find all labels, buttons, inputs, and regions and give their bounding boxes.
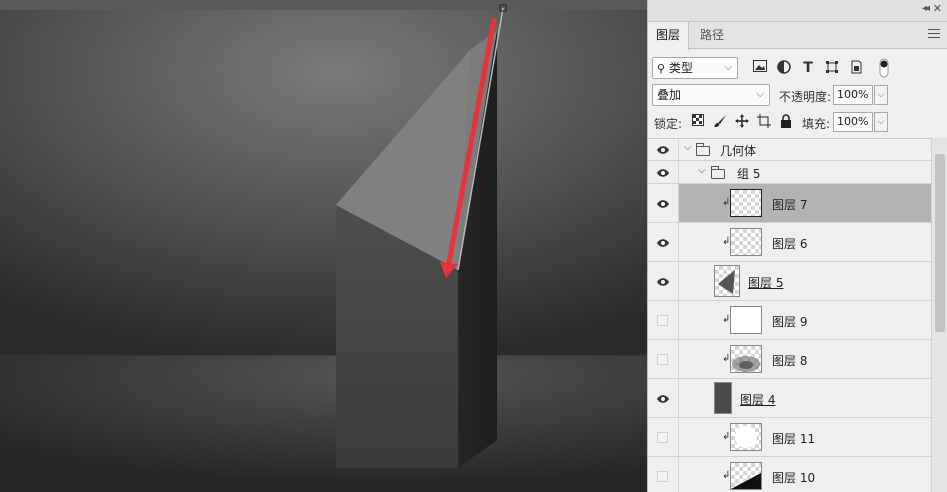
opacity-input[interactable]: 100% [833, 85, 873, 105]
layer-name: 图层 6 [772, 237, 808, 251]
blend-mode-dropdown[interactable]: 叠加 ⌵ [652, 84, 770, 106]
close-panel-icon[interactable]: ✕ [933, 2, 942, 15]
opacity-slider-toggle[interactable]: ⌵ [874, 85, 888, 105]
eye-icon[interactable] [656, 392, 670, 406]
opacity-label: 不透明度: [779, 90, 832, 104]
fill-slider-toggle[interactable]: ⌵ [874, 112, 888, 132]
layer-name: 图层 7 [772, 198, 808, 212]
canvas-top-edge [0, 0, 647, 10]
eye-icon[interactable] [656, 236, 670, 250]
search-icon: ⚲ [657, 62, 666, 75]
layer-row-layer-5[interactable]: 图层 5 [648, 262, 931, 301]
shape-filter-icon[interactable] [824, 60, 840, 76]
eye-icon[interactable] [656, 166, 670, 180]
layer-thumbnail[interactable] [730, 423, 762, 451]
tab-layers[interactable]: 图层 [648, 22, 690, 50]
panel-collapse-bar: ◂◂ ✕ [648, 0, 947, 22]
lock-transparent-pixels-icon[interactable] [690, 114, 706, 130]
visibility-toggle[interactable] [657, 354, 668, 365]
filter-kind-label: 类型 [668, 61, 693, 75]
layer-name: 组 5 [737, 167, 761, 181]
chevron-down-icon: ⌵ [756, 89, 764, 100]
visibility-toggle[interactable] [657, 315, 668, 326]
layers-scrollbar[interactable] [931, 138, 947, 492]
document-canvas[interactable] [0, 0, 647, 492]
panel-menu-icon[interactable] [928, 29, 940, 41]
layers-list: ⌵ 几何体 ⌵ 组 5 ↲ 图层 7 ↲ 图层 6 图层 5 ↲ 图层 9 ↲ … [648, 138, 931, 492]
background-floor [0, 355, 647, 492]
eye-icon[interactable] [656, 197, 670, 211]
fill-input[interactable]: 100% [833, 112, 873, 132]
smart-object-filter-icon[interactable] [848, 60, 864, 76]
layer-filter-dropdown[interactable]: ⚲ 类型 ⌵ [652, 57, 738, 79]
tab-paths[interactable]: 路径 [692, 22, 732, 49]
background-wall [0, 10, 647, 355]
layer-row-layer-10[interactable]: ↲ 图层 10 [648, 457, 931, 492]
layer-name: 几何体 [720, 144, 757, 158]
canvas-artwork [0, 0, 647, 492]
eye-icon[interactable] [656, 143, 670, 157]
layer-row-group-geometry[interactable]: ⌵ 几何体 [648, 139, 931, 161]
chevron-down-icon: ⌵ [724, 62, 732, 73]
layer-name: 图层 5 [748, 276, 784, 290]
lock-artboard-icon[interactable] [756, 114, 772, 130]
layer-thumbnail[interactable] [730, 462, 762, 490]
layer-name: 图层 10 [772, 471, 816, 485]
layer-row-group-5[interactable]: ⌵ 组 5 [648, 161, 931, 184]
visibility-toggle[interactable] [657, 471, 668, 482]
lock-image-pixels-icon[interactable] [712, 114, 728, 130]
layer-row-layer-4[interactable]: 图层 4 [648, 379, 931, 418]
layer-row-layer-11[interactable]: ↲ 图层 11 [648, 418, 931, 457]
layer-row-layer-6[interactable]: ↲ 图层 6 [648, 223, 931, 262]
layer-thumbnail[interactable] [730, 189, 762, 217]
panel-tab-bar: 图层 路径 [648, 22, 947, 50]
visibility-toggle[interactable] [657, 432, 668, 443]
chevron-down-icon[interactable]: ⌵ [684, 142, 692, 153]
layer-thumbnail[interactable] [714, 382, 732, 414]
lock-label: 锁定: [654, 117, 683, 131]
layer-thumbnail[interactable] [730, 306, 762, 334]
adjustment-filter-icon[interactable] [776, 60, 792, 76]
layer-name: 图层 9 [772, 315, 808, 329]
layer-row-layer-7[interactable]: ↲ 图层 7 [648, 184, 931, 223]
layer-name: 图层 4 [740, 393, 776, 407]
layer-row-layer-9[interactable]: ↲ 图层 9 [648, 301, 931, 340]
layer-name: 图层 11 [772, 432, 816, 446]
image-filter-icon[interactable] [752, 60, 768, 76]
filter-toggle-icon[interactable] [876, 58, 892, 78]
layers-panel: ◂◂ ✕ 图层 路径 ⚲ 类型 ⌵ T 叠加 ⌵ 不透明度: 100% ⌵ 锁定… [647, 0, 947, 492]
layer-thumbnail[interactable] [714, 265, 740, 297]
eye-icon[interactable] [656, 275, 670, 289]
lock-all-icon[interactable] [778, 114, 794, 130]
fill-label: 填充: [802, 117, 831, 131]
lock-position-icon[interactable] [734, 114, 750, 130]
scrollbar-thumb[interactable] [935, 154, 945, 332]
chevron-down-icon[interactable]: ⌵ [698, 165, 706, 176]
blend-mode-value: 叠加 [657, 88, 682, 102]
collapse-panel-icon[interactable]: ◂◂ [922, 3, 930, 14]
type-filter-icon[interactable]: T [800, 60, 816, 76]
layer-row-layer-8[interactable]: ↲ 图层 8 [648, 340, 931, 379]
layer-name: 图层 8 [772, 354, 808, 368]
folder-icon [696, 143, 710, 156]
layer-thumbnail[interactable] [730, 228, 762, 256]
layer-thumbnail[interactable] [730, 345, 762, 373]
folder-icon [711, 166, 725, 179]
